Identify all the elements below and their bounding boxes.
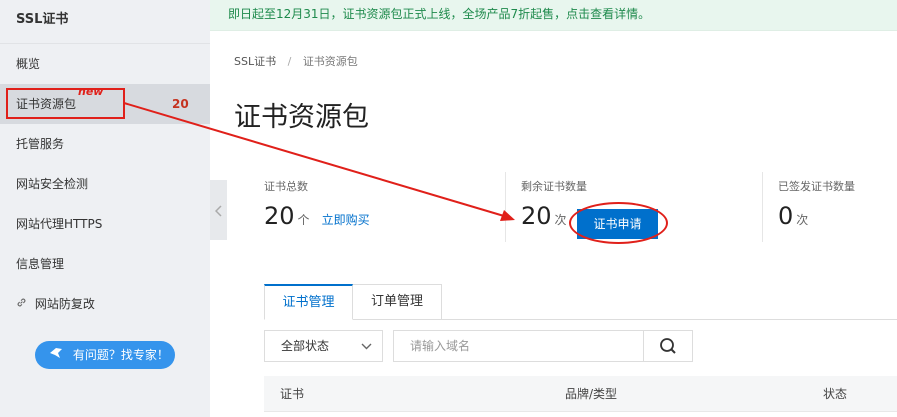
sidebar: SSL证书 概览 证书资源包 new 20 托管服务 网站安全检测 网站代理HT…	[0, 0, 210, 417]
sidebar-item-hosting[interactable]: 托管服务	[0, 124, 210, 164]
column-header-cert: 证书	[280, 387, 305, 401]
stat-total-unit: 个	[297, 213, 310, 227]
stat-issued-label: 已签发证书数量	[778, 180, 855, 193]
annotation-circle	[569, 202, 668, 244]
breadcrumb-root[interactable]: SSL证书	[234, 55, 276, 68]
sidebar-item-https-proxy[interactable]: 网站代理HTTPS	[0, 204, 210, 244]
sidebar-item-info-management[interactable]: 信息管理	[0, 244, 210, 284]
link-icon	[16, 284, 28, 324]
promo-banner-text: 即日起至12月31日，证书资源包正式上线，全场产品7折起售，点击查看详情。	[228, 7, 651, 21]
count-badge: 20	[172, 97, 189, 111]
search-icon	[644, 338, 694, 364]
page-title: 证书资源包	[234, 102, 369, 133]
chevron-down-icon	[361, 331, 372, 361]
table-header: 证书 品牌/类型 状态	[264, 376, 897, 412]
ask-expert-button[interactable]: 有问题？找专家！	[35, 341, 175, 369]
breadcrumb: SSL证书 / 证书资源包	[234, 53, 358, 69]
promo-banner[interactable]: 即日起至12月31日，证书资源包正式上线，全场产品7折起售，点击查看详情。	[210, 0, 897, 31]
stat-total-value: 20	[264, 202, 295, 230]
chevron-left-icon	[214, 203, 222, 217]
breadcrumb-current: 证书资源包	[302, 55, 358, 68]
tab-cert-management[interactable]: 证书管理	[264, 284, 353, 320]
sidebar-item-overview[interactable]: 概览	[0, 44, 210, 84]
stat-total: 证书总数 20 个立即购买	[264, 178, 370, 230]
sidebar-item-tamper-protection[interactable]: 网站防复改	[0, 284, 210, 324]
stat-remaining-unit: 次	[554, 213, 567, 227]
domain-search-input[interactable]	[393, 330, 644, 362]
breadcrumb-separator: /	[287, 55, 292, 68]
stat-total-label: 证书总数	[264, 180, 308, 193]
stat-issued-unit: 次	[796, 213, 809, 227]
stat-remaining-label: 剩余证书数量	[521, 180, 587, 193]
sidebar-title: SSL证书	[0, 0, 210, 44]
status-select[interactable]: 全部状态	[264, 330, 383, 362]
column-header-brand-type: 品牌/类型	[565, 387, 618, 401]
column-header-status: 状态	[823, 387, 848, 401]
sidebar-collapse-toggle[interactable]	[210, 180, 227, 240]
annotation-box	[6, 88, 125, 119]
sidebar-item-label: 网站代理HTTPS	[16, 217, 103, 231]
stat-issued: 已签发证书数量 0次	[778, 178, 855, 230]
status-select-value: 全部状态	[281, 339, 330, 353]
ask-expert-label: 有问题？找专家！	[72, 348, 169, 362]
sidebar-item-label: 托管服务	[16, 137, 65, 151]
sidebar-item-label: 网站防复改	[34, 297, 95, 311]
bird-icon	[49, 341, 63, 369]
buy-now-link[interactable]: 立即购买	[322, 213, 370, 227]
divider	[762, 172, 763, 242]
sidebar-item-label: 信息管理	[16, 257, 65, 271]
sidebar-item-label: 概览	[16, 57, 41, 71]
sidebar-item-label: 网站安全检测	[16, 177, 89, 191]
divider	[505, 172, 506, 242]
search-button[interactable]	[643, 330, 693, 362]
stat-remaining-value: 20	[521, 202, 552, 230]
stat-issued-value: 0	[778, 202, 794, 230]
tab-order-management[interactable]: 订单管理	[353, 284, 442, 320]
sidebar-item-security-scan[interactable]: 网站安全检测	[0, 164, 210, 204]
